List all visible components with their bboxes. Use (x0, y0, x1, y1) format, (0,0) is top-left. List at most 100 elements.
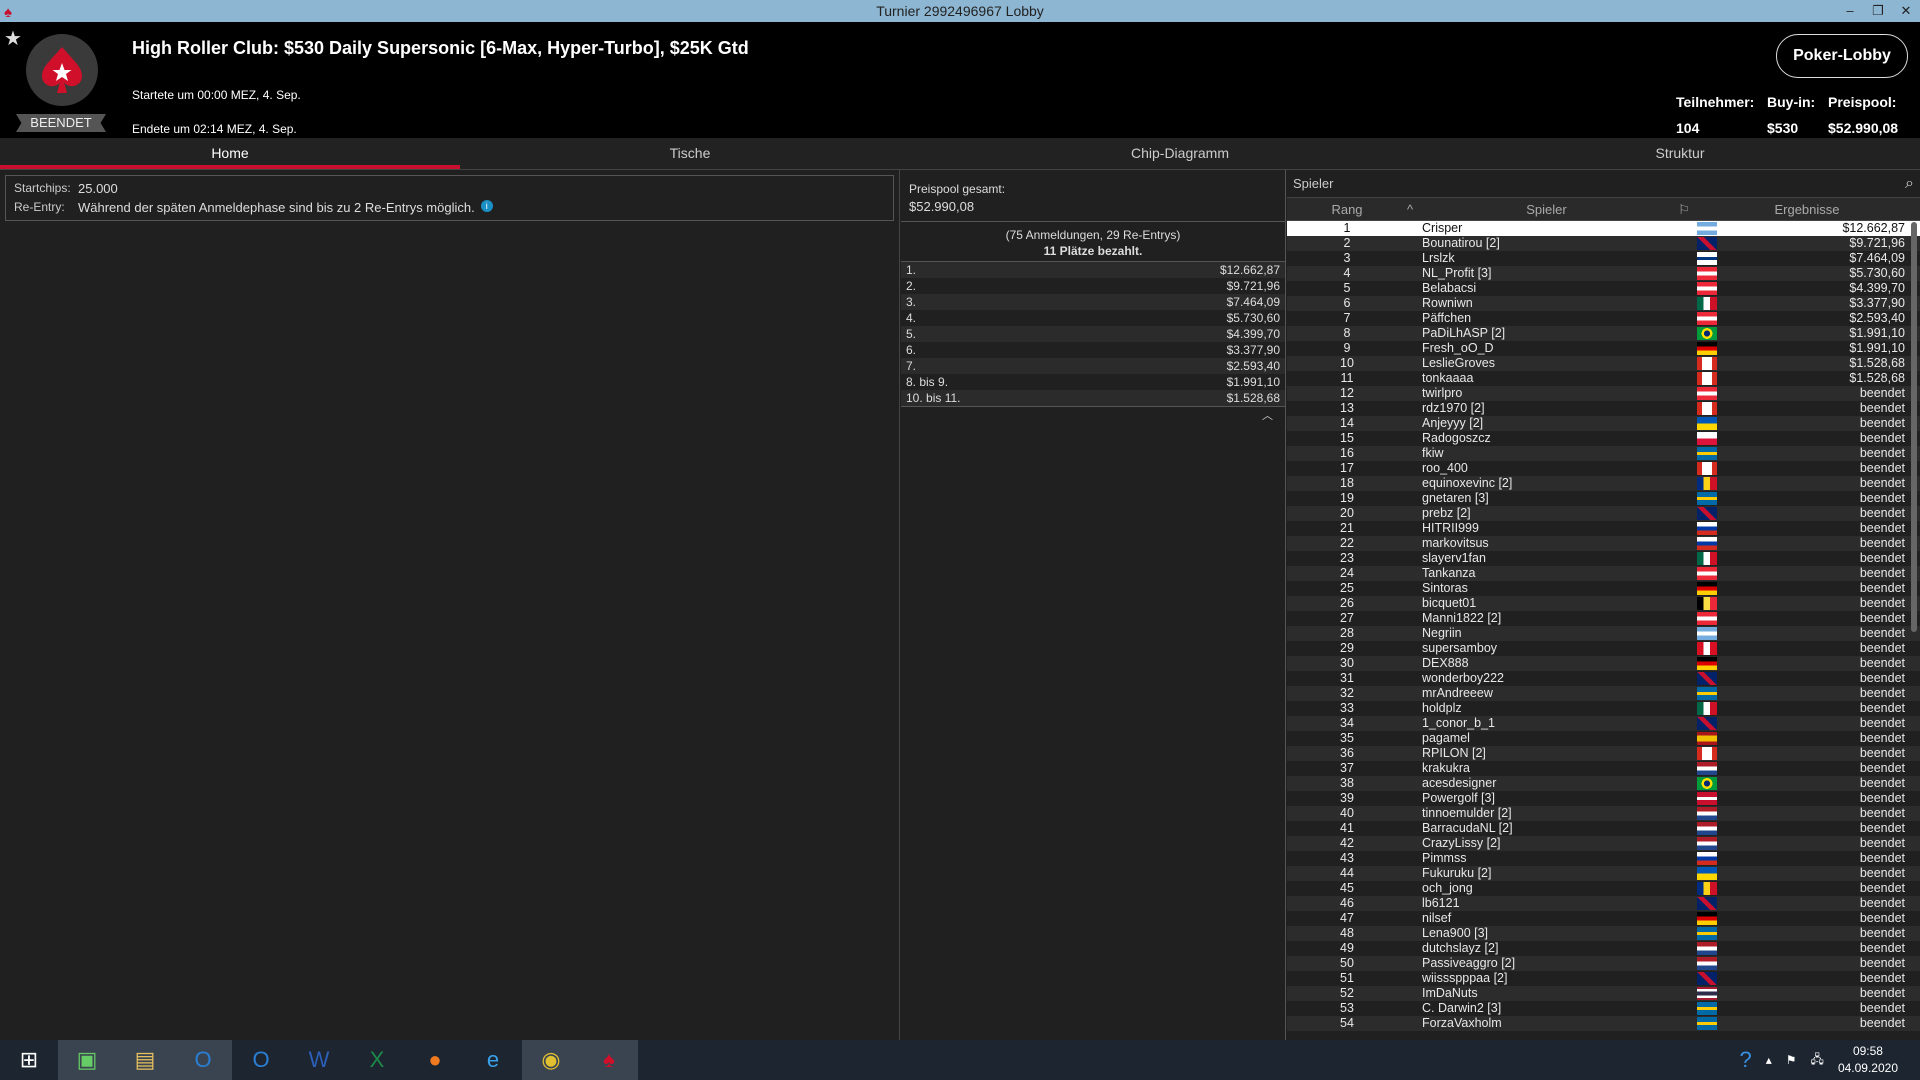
player-row[interactable]: 1 Crisper $12.662,87 (1287, 221, 1920, 236)
col-result[interactable]: Ergebnisse (1694, 198, 1920, 220)
pokerstars-taskbar-icon[interactable]: ♠ (580, 1040, 638, 1080)
minimize-button[interactable]: – (1836, 0, 1864, 22)
search-icon[interactable]: ⌕ (1905, 175, 1914, 193)
player-result: beendet (1859, 461, 1905, 475)
player-row[interactable]: 46 lb6121 beendet (1287, 896, 1920, 911)
player-row[interactable]: 14 Anjeyyy [2] beendet (1287, 416, 1920, 431)
player-row[interactable]: 20 prebz [2] beendet (1287, 506, 1920, 521)
collapse-chevron-icon[interactable]: ︿ (901, 407, 1285, 423)
player-row[interactable]: 33 holdplz beendet (1287, 701, 1920, 716)
word-icon[interactable]: W (290, 1040, 348, 1080)
player-search[interactable]: Spieler ⌕ (1287, 170, 1920, 198)
poker-lobby-button[interactable]: Poker-Lobby (1776, 34, 1908, 78)
player-row[interactable]: 34 1_conor_b_1 beendet (1287, 716, 1920, 731)
prizepool-value: $52.990,08 (909, 199, 975, 214)
info-icon[interactable]: i (480, 200, 493, 212)
firefox-icon[interactable]: ● (406, 1040, 464, 1080)
player-row[interactable]: 47 nilsef beendet (1287, 911, 1920, 926)
payout-row: 7. $2.593,40 (901, 358, 1285, 374)
player-row[interactable]: 11 tonkaaaa $1.528,68 (1287, 371, 1920, 386)
player-result: beendet (1859, 581, 1905, 595)
player-row[interactable]: 50 Passiveaggro [2] beendet (1287, 956, 1920, 971)
sort-asc-icon[interactable]: ^ (1407, 198, 1419, 220)
player-row[interactable]: 22 markovitsus beendet (1287, 536, 1920, 551)
flag-column-icon[interactable]: ⚐ (1674, 198, 1694, 220)
excel-icon[interactable]: X (348, 1040, 406, 1080)
player-row[interactable]: 9 Fresh_oO_D $1.991,10 (1287, 341, 1920, 356)
player-row[interactable]: 15 Radogoszcz beendet (1287, 431, 1920, 446)
tab-structure[interactable]: Struktur (1440, 138, 1920, 169)
player-name: Negriin (1422, 626, 1462, 640)
player-row[interactable]: 3 Lrslzk $7.464,09 (1287, 251, 1920, 266)
player-row[interactable]: 13 rdz1970 [2] beendet (1287, 401, 1920, 416)
player-row[interactable]: 41 BarracudaNL [2] beendet (1287, 821, 1920, 836)
player-row[interactable]: 25 Sintoras beendet (1287, 581, 1920, 596)
player-row[interactable]: 53 C. Darwin2 [3] beendet (1287, 1001, 1920, 1016)
chrome-icon[interactable]: ◉ (522, 1040, 580, 1080)
player-row[interactable]: 16 fkiw beendet (1287, 446, 1920, 461)
player-row[interactable]: 36 RPILON [2] beendet (1287, 746, 1920, 761)
tray-expand-icon[interactable]: ▴ (1766, 1053, 1772, 1067)
player-row[interactable]: 5 Belabacsi $4.399,70 (1287, 281, 1920, 296)
tab-home[interactable]: Home (0, 138, 460, 169)
player-result: beendet (1859, 596, 1905, 610)
player-row[interactable]: 32 mrAndreeew beendet (1287, 686, 1920, 701)
internet-explorer-icon[interactable]: e (464, 1040, 522, 1080)
network-icon[interactable]: 🖧 (1811, 1050, 1824, 1071)
player-row[interactable]: 30 DEX888 beendet (1287, 656, 1920, 671)
player-row[interactable]: 6 Rowniwn $3.377,90 (1287, 296, 1920, 311)
country-flag-icon (1697, 402, 1717, 415)
start-windows-icon[interactable]: ⊞ (0, 1040, 58, 1080)
player-row[interactable]: 23 slayerv1fan beendet (1287, 551, 1920, 566)
player-row[interactable]: 43 Pimmss beendet (1287, 851, 1920, 866)
player-row[interactable]: 29 supersamboy beendet (1287, 641, 1920, 656)
player-row[interactable]: 2 Bounatirou [2] $9.721,96 (1287, 236, 1920, 251)
country-flag-icon (1697, 642, 1717, 655)
player-row[interactable]: 37 krakukra beendet (1287, 761, 1920, 776)
player-row[interactable]: 26 bicquet01 beendet (1287, 596, 1920, 611)
outlook-icon-2[interactable]: O (232, 1040, 290, 1080)
scrollbar[interactable] (1910, 222, 1918, 1012)
clock[interactable]: 09:58 04.09.2020 (1838, 1043, 1898, 1077)
outlook-icon[interactable]: O (174, 1040, 232, 1080)
col-player[interactable]: Spieler (1419, 198, 1674, 220)
tab-chip-chart[interactable]: Chip-Diagramm (920, 138, 1440, 169)
player-row[interactable]: 35 pagamel beendet (1287, 731, 1920, 746)
player-row[interactable]: 12 twirlpro beendet (1287, 386, 1920, 401)
help-icon[interactable]: ? (1740, 1047, 1752, 1073)
col-rank[interactable]: Rang (1287, 198, 1407, 220)
player-row[interactable]: 44 Fukuruku [2] beendet (1287, 866, 1920, 881)
player-row[interactable]: 7 Päffchen $2.593,40 (1287, 311, 1920, 326)
app-icon[interactable]: ▣ (58, 1040, 116, 1080)
player-row[interactable]: 21 HITRII999 beendet (1287, 521, 1920, 536)
player-row[interactable]: 19 gnetaren [3] beendet (1287, 491, 1920, 506)
player-row[interactable]: 39 Powergolf [3] beendet (1287, 791, 1920, 806)
player-row[interactable]: 51 wiissspppaa [2] beendet (1287, 971, 1920, 986)
favorite-star-icon[interactable]: ★ (4, 26, 22, 51)
player-row[interactable]: 49 dutchslayz [2] beendet (1287, 941, 1920, 956)
player-row[interactable]: 52 ImDaNuts beendet (1287, 986, 1920, 1001)
player-row[interactable]: 27 Manni1822 [2] beendet (1287, 611, 1920, 626)
player-row[interactable]: 8 PaDiLhASP [2] $1.991,10 (1287, 326, 1920, 341)
action-center-flag-icon[interactable]: ⚑ (1786, 1053, 1797, 1067)
player-row[interactable]: 4 NL_Profit [3] $5.730,60 (1287, 266, 1920, 281)
player-row[interactable]: 17 roo_400 beendet (1287, 461, 1920, 476)
close-button[interactable]: ✕ (1892, 0, 1920, 22)
country-flag-icon (1697, 912, 1717, 925)
player-row[interactable]: 48 Lena900 [3] beendet (1287, 926, 1920, 941)
player-row[interactable]: 38 acesdesigner beendet (1287, 776, 1920, 791)
maximize-button[interactable]: ❐ (1864, 0, 1892, 22)
player-row[interactable]: 18 equinoxevinc [2] beendet (1287, 476, 1920, 491)
player-row[interactable]: 24 Tankanza beendet (1287, 566, 1920, 581)
file-explorer-icon[interactable]: ▤ (116, 1040, 174, 1080)
player-row[interactable]: 54 ForzaVaxholm beendet (1287, 1016, 1920, 1031)
tab-tables[interactable]: Tische (460, 138, 920, 169)
player-row[interactable]: 10 LeslieGroves $1.528,68 (1287, 356, 1920, 371)
player-row[interactable]: 45 och_jong beendet (1287, 881, 1920, 896)
player-rank: 39 (1340, 791, 1354, 805)
player-row[interactable]: 31 wonderboy222 beendet (1287, 671, 1920, 686)
player-row[interactable]: 40 tinnoemulder [2] beendet (1287, 806, 1920, 821)
player-row[interactable]: 28 Negriin beendet (1287, 626, 1920, 641)
player-row[interactable]: 42 CrazyLissy [2] beendet (1287, 836, 1920, 851)
search-label: Spieler (1293, 176, 1334, 191)
